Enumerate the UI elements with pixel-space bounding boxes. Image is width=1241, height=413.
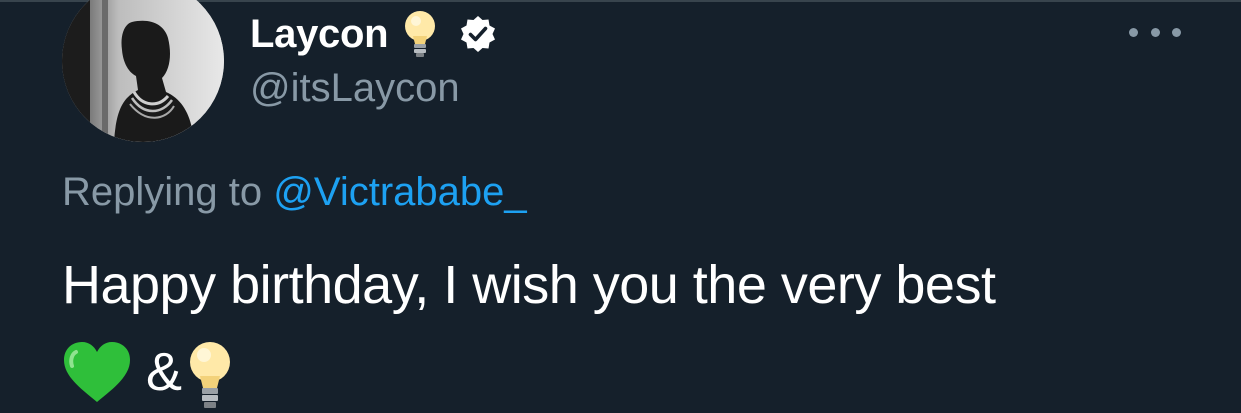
handle[interactable]: @itsLaycon bbox=[250, 66, 460, 111]
avatar-photo bbox=[62, 0, 224, 142]
green-heart-icon bbox=[64, 342, 130, 402]
dot bbox=[1150, 27, 1160, 37]
dot bbox=[1172, 27, 1181, 37]
dot bbox=[1129, 27, 1138, 37]
author-header: Laycon bbox=[250, 10, 498, 58]
tweet-text: Happy birthday, I wish you the very best bbox=[62, 255, 996, 315]
reply-prefix: Replying to bbox=[62, 170, 263, 214]
tweet-card: Laycon @itsLaycon Replying to @Victrabab… bbox=[0, 0, 1241, 413]
avatar[interactable] bbox=[62, 0, 224, 142]
reply-mention-link[interactable]: @Victrababe_ bbox=[273, 170, 526, 214]
reply-context: Replying to @Victrababe_ bbox=[62, 170, 527, 215]
light-bulb-icon bbox=[405, 11, 436, 57]
separator: & bbox=[146, 342, 183, 402]
display-name[interactable]: Laycon bbox=[250, 12, 389, 57]
more-options-icon[interactable] bbox=[1129, 24, 1181, 40]
light-bulb-icon bbox=[190, 342, 231, 408]
verified-badge-icon bbox=[461, 16, 496, 52]
tweet-emoji-line: & bbox=[62, 340, 234, 413]
